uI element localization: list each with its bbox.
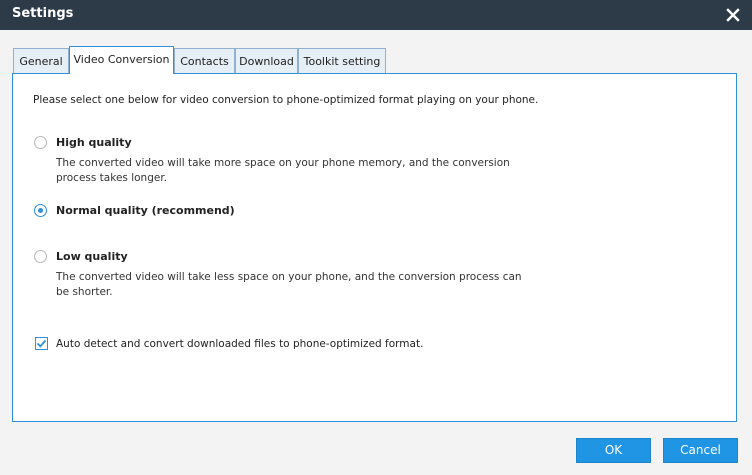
tab-contacts[interactable]: Contacts xyxy=(174,48,235,73)
video-conversion-panel: Please select one below for video conver… xyxy=(12,73,737,422)
tab-video-conversion[interactable]: Video Conversion xyxy=(69,46,174,74)
tab-general[interactable]: General xyxy=(13,48,69,73)
normal-quality-label[interactable]: Normal quality (recommend) xyxy=(56,204,235,217)
checkmark-icon xyxy=(36,339,47,348)
normal-quality-radio[interactable] xyxy=(34,204,47,217)
intro-text: Please select one below for video conver… xyxy=(33,94,539,106)
low-quality-radio[interactable] xyxy=(34,250,47,263)
high-quality-radio[interactable] xyxy=(34,136,47,149)
high-quality-label[interactable]: High quality xyxy=(56,136,132,149)
high-quality-description: The converted video will take more space… xyxy=(56,157,510,184)
low-quality-description: The converted video will take less space… xyxy=(56,271,522,298)
ok-button[interactable]: OK xyxy=(576,438,651,463)
low-quality-label[interactable]: Low quality xyxy=(56,250,128,263)
auto-detect-label[interactable]: Auto detect and convert downloaded files… xyxy=(56,338,423,350)
cancel-button[interactable]: Cancel xyxy=(663,438,738,463)
tab-download[interactable]: Download xyxy=(235,48,298,73)
close-icon[interactable] xyxy=(724,6,742,24)
window-title: Settings xyxy=(12,6,74,21)
title-bar: Settings xyxy=(0,0,752,30)
tab-toolkit-setting[interactable]: Toolkit setting xyxy=(298,48,386,73)
auto-detect-checkbox[interactable] xyxy=(35,337,48,350)
